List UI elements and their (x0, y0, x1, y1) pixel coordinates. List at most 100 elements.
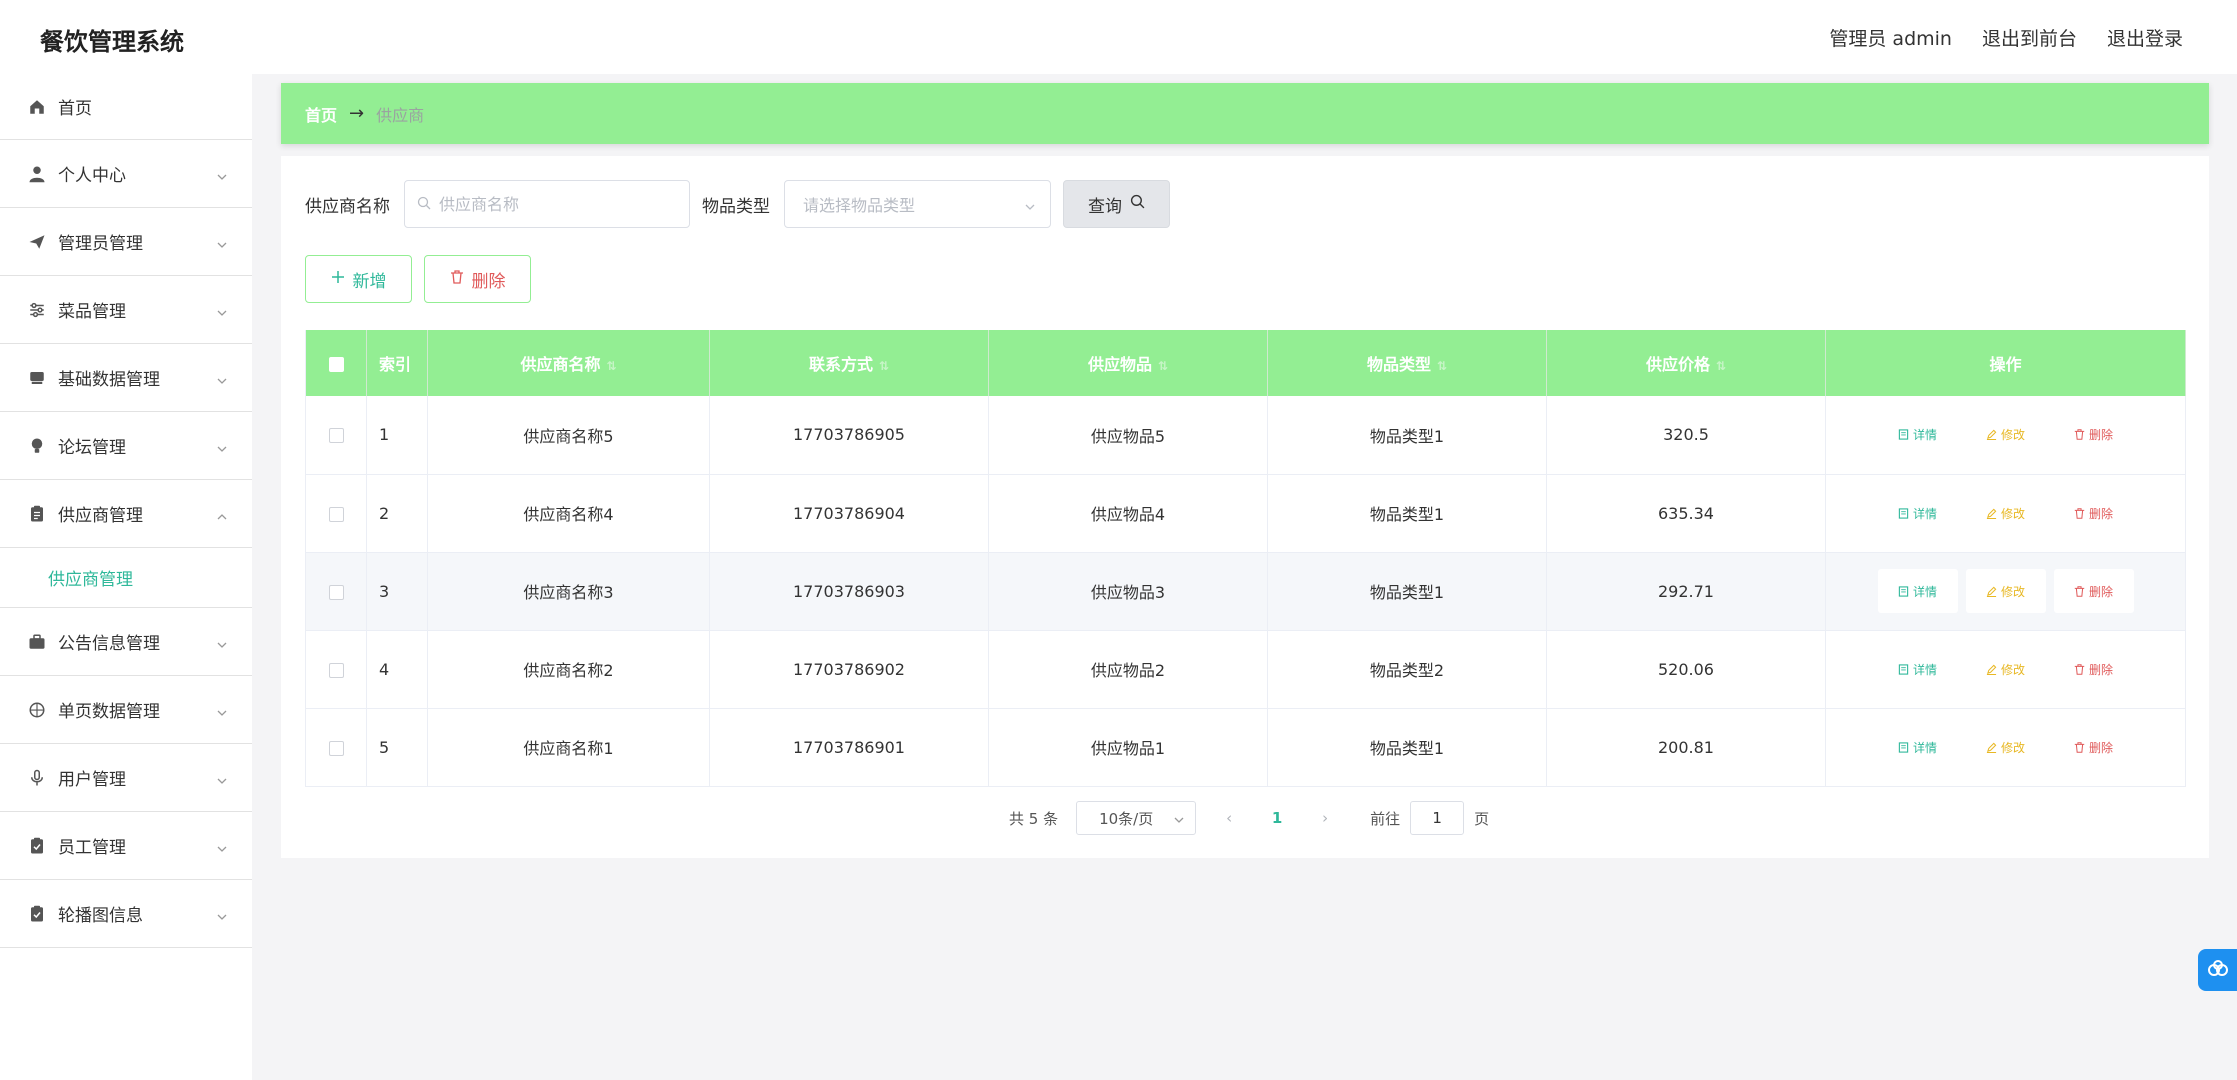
edit-button[interactable]: 修改 (1966, 725, 2046, 769)
row-delete-button[interactable]: 删除 (2053, 569, 2134, 613)
add-button-label: 新增 (352, 271, 387, 292)
item-type-placeholder: 请选择物品类型 (803, 196, 916, 215)
chevron-down-icon (216, 772, 228, 784)
col-header-type-label: 物品类型 (1366, 355, 1431, 374)
table-header-row: 索引 供应商名称 ⇅ 联系方式 ⇅ 供应物品 ⇅ 物品类型 ⇅ 供应价格 ⇅ 操作 (305, 330, 2186, 396)
supplier-name-input[interactable] (439, 194, 679, 214)
detail-label: 详情 (1912, 740, 1937, 755)
trash-icon (2074, 585, 2085, 597)
row-delete-button[interactable]: 删除 (2054, 491, 2134, 535)
chevron-down-icon (216, 236, 228, 248)
chevron-up-icon (216, 508, 228, 520)
cell-price: 520.06 (1546, 630, 1826, 709)
row-checkbox[interactable] (328, 584, 344, 600)
col-header-type[interactable]: 物品类型 ⇅ (1267, 330, 1547, 396)
plus-icon (331, 269, 345, 289)
app-title: 餐饮管理系统 (40, 28, 184, 56)
page-number[interactable]: 1 (1262, 809, 1292, 827)
sidebar-item-home[interactable]: 首页 (0, 74, 252, 140)
sidebar-item-label: 个人中心 (58, 166, 126, 186)
row-delete-label: 删除 (2088, 740, 2113, 755)
row-checkbox[interactable] (328, 506, 344, 522)
sidebar-item-profile[interactable]: 个人中心 (0, 140, 252, 208)
pagination: 共 5 条 10条/页 ‹ 1 › 前往 页 (1009, 801, 1489, 835)
home-icon (28, 98, 46, 116)
trash-icon (450, 269, 464, 289)
row-delete-button[interactable]: 删除 (2054, 647, 2134, 691)
sidebar-item-forum[interactable]: 论坛管理 (0, 412, 252, 480)
document-icon (1898, 663, 1909, 675)
sidebar-item-label: 用户管理 (58, 770, 126, 790)
row-checkbox[interactable] (328, 662, 344, 678)
detail-label: 详情 (1912, 584, 1937, 599)
col-header-item-label: 供应物品 (1087, 355, 1152, 374)
item-type-select[interactable]: 请选择物品类型 (784, 180, 1051, 228)
cell-actions: 详情 修改 删除 (1825, 474, 2186, 553)
cell-price: 292.71 (1546, 552, 1826, 631)
row-checkbox[interactable] (328, 428, 344, 444)
row-select-cell (305, 474, 367, 553)
admin-label[interactable]: 管理员 admin (1829, 24, 1952, 51)
row-checkbox[interactable] (328, 740, 344, 756)
row-delete-button[interactable]: 删除 (2054, 725, 2134, 769)
query-button[interactable]: 查询 (1063, 180, 1170, 228)
cell-actions: 详情 修改 删除 (1825, 630, 2186, 709)
edit-button[interactable]: 修改 (1966, 647, 2046, 691)
col-header-contact[interactable]: 联系方式 ⇅ (709, 330, 989, 396)
exit-to-front-link[interactable]: 退出到前台 (1982, 24, 2077, 51)
delete-button-label: 删除 (471, 271, 506, 292)
cell-item: 供应物品5 (988, 396, 1268, 475)
sidebar-item-base-data[interactable]: 基础数据管理 (0, 344, 252, 412)
sidebar-item-label: 单页数据管理 (58, 702, 160, 722)
detail-button[interactable]: 详情 (1878, 725, 1958, 769)
col-header-name[interactable]: 供应商名称 ⇅ (427, 330, 710, 396)
select-all-cell (305, 330, 367, 396)
row-delete-label: 删除 (2088, 428, 2113, 443)
col-header-item[interactable]: 供应物品 ⇅ (988, 330, 1268, 396)
sidebar-item-notices[interactable]: 公告信息管理 (0, 608, 252, 676)
sidebar-item-users[interactable]: 用户管理 (0, 744, 252, 812)
sidebar-item-single-page[interactable]: 单页数据管理 (0, 676, 252, 744)
delete-button[interactable]: 删除 (424, 255, 531, 303)
detail-label: 详情 (1912, 506, 1937, 521)
top-header: 餐饮管理系统 管理员 admin 退出到前台 退出登录 (0, 0, 2237, 74)
select-all-checkbox[interactable] (328, 356, 344, 372)
detail-button[interactable]: 详情 (1878, 491, 1958, 535)
briefcase-icon (28, 633, 46, 651)
edit-button[interactable]: 修改 (1966, 491, 2046, 535)
goto-label: 前往 (1370, 809, 1401, 828)
detail-button[interactable]: 详情 (1878, 647, 1958, 691)
prev-page-icon[interactable]: ‹ (1214, 809, 1244, 827)
edit-button[interactable]: 修改 (1966, 413, 2046, 457)
row-select-cell (305, 630, 367, 709)
row-delete-button[interactable]: 删除 (2054, 413, 2134, 457)
col-header-index: 索引 (366, 330, 428, 396)
edit-button[interactable]: 修改 (1965, 569, 2046, 613)
page-size-value: 10条/页 (1099, 809, 1154, 828)
sidebar-item-label: 员工管理 (58, 838, 126, 858)
chevron-down-icon (216, 372, 228, 384)
cell-phone: 17703786902 (709, 630, 989, 709)
breadcrumb: 首页 → 供应商 (281, 83, 2209, 144)
supplier-name-label: 供应商名称 (305, 196, 390, 217)
cell-index: 4 (366, 630, 428, 709)
sidebar-item-admins[interactable]: 管理员管理 (0, 208, 252, 276)
sidebar-subitem-supplier-manage[interactable]: 供应商管理 (0, 548, 252, 608)
sidebar-item-staff[interactable]: 员工管理 (0, 812, 252, 880)
sidebar-item-dishes[interactable]: 菜品管理 (0, 276, 252, 344)
sidebar-item-suppliers[interactable]: 供应商管理 (0, 480, 252, 548)
col-header-price[interactable]: 供应价格 ⇅ (1546, 330, 1826, 396)
add-button[interactable]: 新增 (305, 255, 412, 303)
detail-button[interactable]: 详情 (1877, 569, 1958, 613)
mic-icon (28, 769, 46, 787)
cell-index: 2 (366, 474, 428, 553)
floating-assistant-button[interactable] (2198, 949, 2237, 991)
breadcrumb-home[interactable]: 首页 (305, 102, 337, 126)
goto-page-input[interactable] (1410, 801, 1465, 835)
logout-link[interactable]: 退出登录 (2107, 24, 2183, 51)
cell-item: 供应物品3 (988, 552, 1268, 631)
page-size-select[interactable]: 10条/页 (1076, 801, 1197, 835)
detail-button[interactable]: 详情 (1878, 413, 1958, 457)
sidebar-item-carousel[interactable]: 轮播图信息 (0, 880, 252, 948)
next-page-icon[interactable]: › (1310, 809, 1340, 827)
